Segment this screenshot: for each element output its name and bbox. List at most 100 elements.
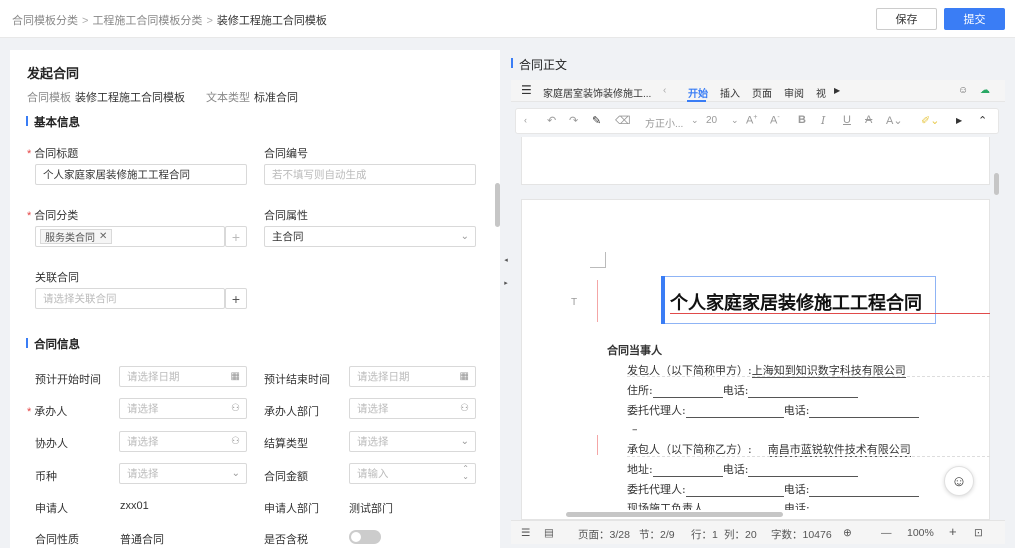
fit-screen-icon[interactable]: ⊡ — [974, 527, 983, 539]
strikethrough-icon[interactable]: A — [865, 114, 872, 126]
contract-no-label: 合同编号 — [264, 148, 308, 160]
handler-dept-label: 承办人部门 — [264, 406, 319, 418]
underline-icon[interactable]: U — [843, 114, 851, 126]
chevron-up-icon[interactable]: ⌃ — [978, 114, 987, 127]
zoom-level: 100% — [907, 527, 934, 539]
end-time-label: 预计结束时间 — [264, 374, 330, 386]
chevron-left-icon[interactable]: ‹ — [524, 115, 527, 125]
contract-title-label: * 合同标题 — [27, 148, 79, 160]
tab-view[interactable]: 视 — [816, 85, 826, 100]
breadcrumb-separator: > — [206, 15, 213, 27]
format-painter-icon[interactable]: ✎ — [592, 114, 601, 127]
nature-label: 合同性质 — [35, 534, 79, 546]
stepper-icon[interactable]: ⌃ ⌄ — [462, 465, 469, 481]
text-type-value: 标准合同 — [254, 92, 298, 104]
chevron-down-icon[interactable]: ⌄ — [691, 115, 699, 126]
template-label: 合同模板 — [27, 92, 71, 104]
contract-title-input[interactable]: 个人家庭家居装修施工工程合同 — [35, 164, 247, 185]
form-scrollbar[interactable] — [495, 183, 500, 227]
page-margin-mark — [590, 252, 606, 268]
handler-dept-select[interactable]: 请选择 ⚇ — [349, 398, 476, 419]
settle-type-select[interactable]: 请选择 ⌄ — [349, 431, 476, 452]
dash-mark: – — [632, 423, 638, 436]
amount-input[interactable]: 请输入 ⌃ ⌄ — [349, 463, 476, 484]
user-icon: ⚇ — [231, 436, 240, 447]
tab-start[interactable]: 开始 — [688, 85, 708, 100]
category-select[interactable]: 服务类合同 ✕ — [35, 226, 225, 247]
contract-info-heading: 合同信息 — [34, 339, 80, 351]
globe-icon[interactable]: ⊕ — [843, 527, 852, 539]
close-icon[interactable]: ✕ — [99, 231, 107, 242]
contract-no-input[interactable]: 若不填写则自动生成 — [264, 164, 476, 185]
chevron-left-icon[interactable]: ‹ — [663, 85, 666, 96]
redo-icon[interactable]: ↷ — [569, 114, 578, 127]
font-size-select[interactable]: 20 — [706, 115, 717, 126]
font-grow-icon[interactable]: A+ — [746, 114, 757, 127]
breadcrumb-current: 装修工程施工合同模板 — [216, 15, 327, 27]
breadcrumb-item[interactable]: 工程施工合同模板分类 — [92, 15, 202, 27]
chevron-down-icon: ⌄ — [460, 231, 469, 242]
italic-icon[interactable]: I — [821, 114, 825, 127]
chevron-down-icon[interactable]: ⌄ — [731, 115, 739, 126]
revision-underline — [670, 313, 990, 314]
contract-text-heading: 合同正文 — [519, 58, 568, 72]
assistant-icon[interactable]: ☺ — [944, 466, 974, 496]
section-marker — [511, 58, 513, 68]
robot-icon[interactable]: ☺ — [958, 85, 968, 96]
attribute-label: 合同属性 — [264, 210, 308, 222]
breadcrumb-separator: > — [82, 15, 89, 27]
breadcrumb-item[interactable]: 合同模板分类 — [12, 15, 78, 27]
calendar-icon: ▦ — [459, 371, 469, 382]
highlight-icon[interactable]: ✐⌄ — [921, 114, 939, 127]
horizontal-scrollbar[interactable] — [566, 512, 783, 517]
previous-page — [521, 137, 990, 185]
doc-filename: 家庭居室装饰装修施工... — [543, 89, 652, 100]
attribute-select[interactable]: 主合同 ⌄ — [264, 226, 476, 247]
eraser-icon[interactable]: ⌫ — [615, 114, 631, 127]
user-icon: ⚇ — [231, 403, 240, 414]
currency-select[interactable]: 请选择 ⌄ — [119, 463, 247, 484]
end-date-input[interactable]: 请选择日期 ▦ — [349, 366, 476, 387]
add-related-button[interactable]: + — [225, 288, 247, 309]
zoom-in-icon[interactable]: + — [949, 524, 957, 539]
collapse-left-icon[interactable]: ◂ — [501, 255, 511, 264]
related-contract-label: 关联合同 — [35, 272, 79, 284]
font-name-select[interactable]: 方正小... — [645, 115, 683, 130]
section-indicator: 节：2/9 — [639, 529, 675, 541]
add-category-button[interactable]: + — [225, 226, 247, 247]
font-shrink-icon[interactable]: A- — [770, 114, 780, 127]
parties-heading: 合同当事人 — [607, 344, 662, 357]
cloud-icon[interactable]: ☁ — [980, 85, 990, 96]
top-bar: 合同模板分类 > 工程施工合同模板分类 > 装修工程施工合同模板 保存 提交 — [0, 0, 1015, 38]
expand-right-icon[interactable]: ▸ — [501, 278, 511, 287]
co-handler-select[interactable]: 请选择 ⚇ — [119, 431, 247, 452]
user-icon: ⚇ — [460, 403, 469, 414]
undo-icon[interactable]: ↶ — [547, 114, 556, 127]
text-style-icon[interactable]: T — [571, 297, 577, 308]
selection-handle[interactable] — [661, 276, 665, 324]
row-indicator: 行：1 — [691, 529, 718, 541]
tab-review[interactable]: 审阅 — [784, 85, 804, 100]
applicant-dept-value: 测试部门 — [349, 503, 393, 515]
chevron-right-icon[interactable]: ▶ — [834, 86, 840, 95]
play-icon[interactable]: ▶ — [956, 116, 962, 125]
outline-icon[interactable]: ▤ — [544, 527, 554, 539]
tax-toggle[interactable] — [349, 530, 381, 544]
related-contract-input[interactable]: 请选择关联合同 — [35, 288, 225, 309]
handler-select[interactable]: 请选择 ⚇ — [119, 398, 247, 419]
tab-page[interactable]: 页面 — [752, 85, 772, 100]
doc-scrollbar[interactable] — [994, 173, 999, 195]
save-button[interactable]: 保存 — [876, 8, 937, 30]
font-effect-icon[interactable]: A⌄ — [886, 114, 903, 127]
list-icon[interactable]: ☰ — [521, 527, 530, 539]
start-date-input[interactable]: 请选择日期 ▦ — [119, 366, 247, 387]
agent2-line: 委托代理人: 电话: — [627, 481, 920, 497]
menu-icon[interactable]: ☰ — [521, 83, 532, 97]
tab-insert[interactable]: 插入 — [720, 85, 740, 100]
revision-bar — [597, 435, 598, 455]
zoom-out-icon[interactable]: — — [881, 527, 892, 539]
currency-label: 币种 — [35, 471, 57, 483]
breadcrumb: 合同模板分类 > 工程施工合同模板分类 > 装修工程施工合同模板 — [12, 12, 327, 28]
submit-button[interactable]: 提交 — [944, 8, 1005, 30]
bold-icon[interactable]: B — [798, 114, 806, 126]
